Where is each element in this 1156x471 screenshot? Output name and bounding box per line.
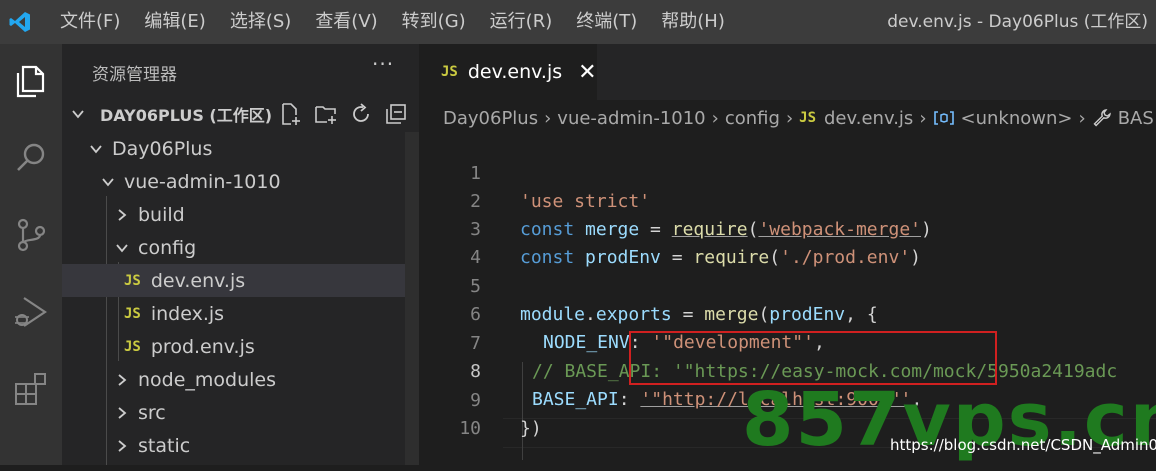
- breadcrumb-item[interactable]: BAS: [1118, 108, 1154, 129]
- more-actions-icon[interactable]: ···: [372, 52, 394, 76]
- watermark-url: https://blog.csdn.net/CSDN_Admin0: [890, 436, 1156, 454]
- js-file-icon: JS: [799, 110, 816, 126]
- workspace-actions: [277, 100, 410, 128]
- extensions-icon[interactable]: [8, 366, 54, 412]
- breadcrumb-item[interactable]: Day06Plus: [443, 108, 538, 129]
- chevron-down-icon: [100, 174, 116, 190]
- title-bar: 文件(F) 编辑(E) 选择(S) 查看(V) 转到(G) 运行(R) 终端(T…: [0, 0, 1156, 44]
- chevron-down-icon: [114, 240, 130, 256]
- js-file-icon: JS: [124, 338, 141, 355]
- tree-file-index-js[interactable]: JS index.js: [62, 297, 405, 330]
- run-debug-icon[interactable]: [8, 289, 54, 335]
- chevron-right-icon: ›: [544, 107, 552, 129]
- chevron-right-icon: ›: [711, 107, 719, 129]
- explorer-sidebar: 资源管理器 ··· DAY06PLUS (工作区) Day06Plus vue-…: [62, 44, 419, 465]
- collapse-all-icon[interactable]: [382, 100, 410, 128]
- chevron-right-icon: ›: [919, 107, 927, 129]
- code-token: }): [520, 418, 542, 439]
- menu-run[interactable]: 运行(R): [478, 0, 565, 44]
- menu-view[interactable]: 查看(V): [303, 0, 389, 44]
- tree-label: src: [138, 401, 166, 424]
- breadcrumb-item[interactable]: config: [725, 108, 780, 129]
- explorer-header: 资源管理器: [92, 65, 177, 85]
- js-file-icon: JS: [124, 272, 141, 289]
- symbol-variable-icon: [933, 110, 955, 126]
- breadcrumb-item[interactable]: vue-admin-1010: [557, 108, 705, 129]
- chevron-right-icon: ›: [1078, 107, 1086, 129]
- code-line: 5 module.exports = merge(prodEnv, {: [419, 245, 1156, 325]
- tree-folder-day06plus[interactable]: Day06Plus: [62, 132, 405, 165]
- activity-bar: [0, 44, 62, 465]
- chevron-right-icon: [114, 405, 130, 421]
- workspace-section-header[interactable]: DAY06PLUS (工作区): [62, 98, 419, 130]
- code-line: 6 NODE_ENV: '"development"',: [419, 273, 1156, 353]
- breadcrumb: Day06Plus › vue-admin-1010 › config › JS…: [443, 104, 1154, 132]
- window-title: dev.env.js - Day06Plus (工作区): [887, 12, 1148, 32]
- chevron-down-icon: [88, 141, 104, 157]
- search-icon[interactable]: [8, 135, 54, 181]
- close-icon[interactable]: ✕: [578, 60, 596, 85]
- chevron-right-icon: ›: [785, 107, 794, 129]
- vscode-logo-icon: [0, 0, 40, 44]
- tab-dev-env-js[interactable]: JS dev.env.js ✕: [419, 44, 597, 100]
- chevron-right-icon: [114, 372, 130, 388]
- code-line: 7 // BASE_API: '"https://easy-mock.com/m…: [419, 302, 1156, 382]
- tree-label: dev.env.js: [150, 269, 246, 292]
- line-number: 10: [459, 418, 481, 439]
- chevron-down-icon: [70, 106, 86, 122]
- chevron-right-icon: [114, 438, 130, 454]
- code-line: 4: [419, 216, 1156, 268]
- chevron-right-icon: [114, 207, 130, 223]
- code-line: 3 const prodEnv = require('./prod.env'): [419, 188, 1156, 268]
- menu-terminal[interactable]: 终端(T): [564, 0, 649, 44]
- tree-folder-vue-admin-1010[interactable]: vue-admin-1010: [62, 165, 405, 198]
- tree-folder-config[interactable]: config: [62, 231, 405, 264]
- tab-bar: JS dev.env.js ✕: [419, 44, 1156, 100]
- wrench-icon: [1092, 108, 1112, 128]
- tree-file-dev-env-js[interactable]: JS dev.env.js: [62, 264, 405, 297]
- tree-label: Day06Plus: [112, 137, 213, 160]
- menu-selection[interactable]: 选择(S): [218, 0, 303, 44]
- tree-label: index.js: [150, 302, 225, 325]
- sidebar-scrollbar[interactable]: [405, 132, 419, 465]
- menu-bar: 文件(F) 编辑(E) 选择(S) 查看(V) 转到(G) 运行(R) 终端(T…: [48, 0, 737, 44]
- new-file-icon[interactable]: [277, 100, 305, 128]
- tree-label: config: [138, 236, 197, 259]
- tab-label: dev.env.js: [467, 61, 563, 83]
- tree-folder-src[interactable]: src: [62, 396, 405, 429]
- tree-folder-static[interactable]: static: [62, 429, 405, 462]
- menu-help[interactable]: 帮助(H): [649, 0, 737, 44]
- menu-file[interactable]: 文件(F): [48, 0, 132, 44]
- breadcrumb-item[interactable]: <unknown>: [961, 108, 1073, 129]
- code-line: 2 const merge = require('webpack-merge'): [419, 160, 1156, 240]
- tree-label: vue-admin-1010: [124, 170, 281, 193]
- tree-label: prod.env.js: [150, 335, 255, 358]
- explorer-icon[interactable]: [8, 58, 54, 104]
- code-line: 1 'use strict': [419, 132, 1156, 212]
- js-file-icon: JS: [441, 64, 458, 80]
- js-file-icon: JS: [124, 305, 141, 322]
- new-folder-icon[interactable]: [312, 100, 340, 128]
- tree-folder-node-modules[interactable]: node_modules: [62, 363, 405, 396]
- menu-edit[interactable]: 编辑(E): [132, 0, 217, 44]
- tree-label: build: [138, 203, 185, 226]
- refresh-icon[interactable]: [347, 100, 375, 128]
- tree-folder-build[interactable]: build: [62, 198, 405, 231]
- breadcrumb-item[interactable]: dev.env.js: [824, 108, 913, 129]
- workspace-title: DAY06PLUS (工作区): [100, 106, 273, 125]
- tree-label: node_modules: [138, 368, 277, 391]
- source-control-icon[interactable]: [8, 212, 54, 258]
- menu-go[interactable]: 转到(G): [390, 0, 478, 44]
- tree-label: static: [138, 434, 191, 457]
- tree-file-prod-env-js[interactable]: JS prod.env.js: [62, 330, 405, 363]
